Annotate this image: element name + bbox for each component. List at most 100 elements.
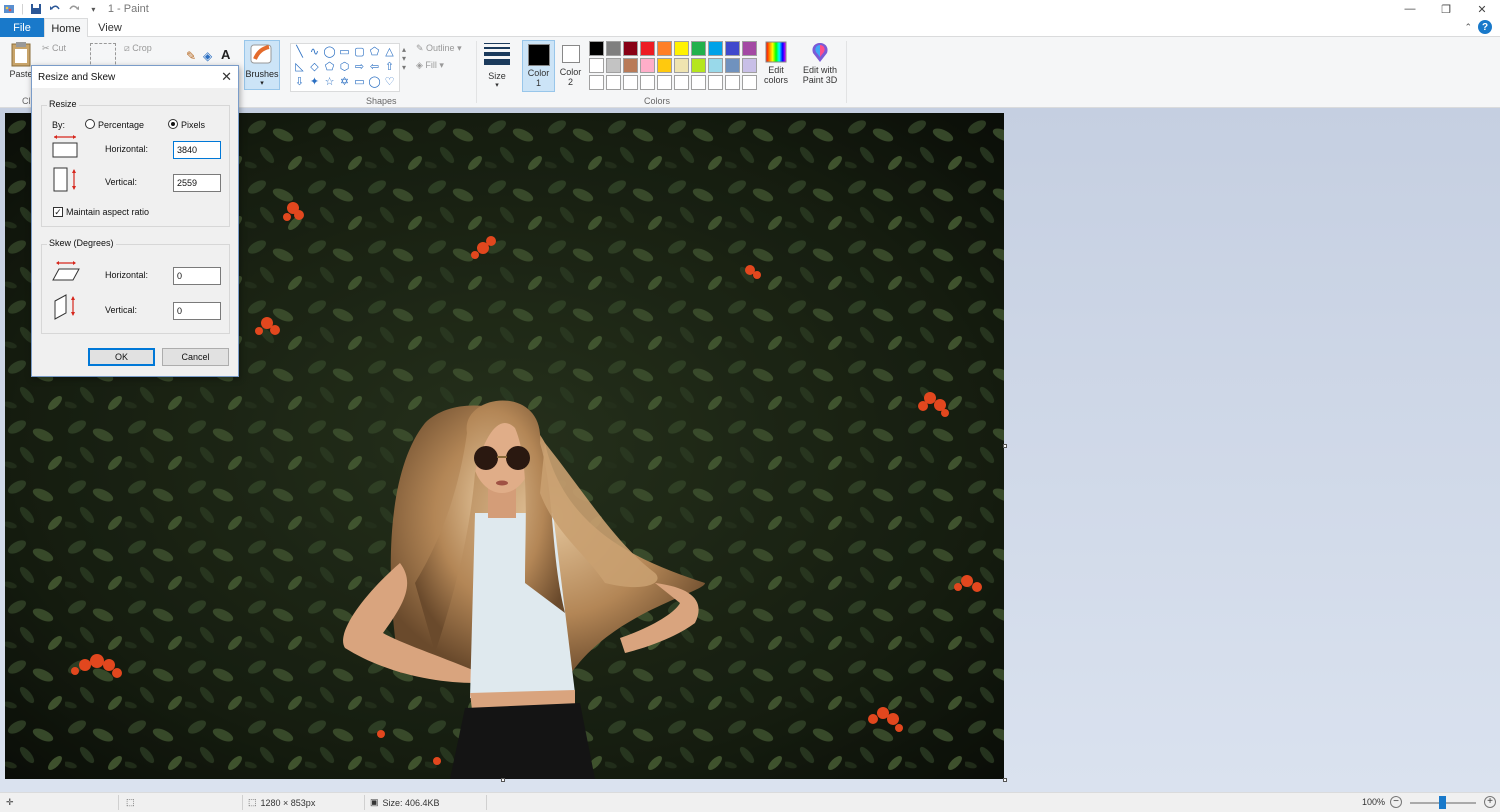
callout-rect-shape-icon[interactable]: ▭ — [352, 75, 367, 90]
palette-swatch[interactable] — [691, 75, 706, 90]
resize-handle-bottom[interactable] — [501, 778, 505, 782]
palette-swatch[interactable] — [606, 41, 621, 56]
palette-swatch[interactable] — [606, 75, 621, 90]
palette-swatch[interactable] — [691, 41, 706, 56]
palette-swatch[interactable] — [725, 41, 740, 56]
outline-button[interactable]: ✎ Outline ▾ — [416, 43, 462, 54]
size-icon[interactable] — [484, 43, 510, 68]
palette-swatch[interactable] — [725, 75, 740, 90]
palette-swatch[interactable] — [725, 58, 740, 73]
zoom-slider-thumb[interactable] — [1439, 796, 1446, 809]
color2-button[interactable]: Color 2 — [557, 40, 584, 92]
palette-swatch[interactable] — [606, 58, 621, 73]
tab-view[interactable]: View — [90, 18, 130, 37]
tab-home[interactable]: Home — [44, 18, 88, 38]
six-point-star-shape-icon[interactable]: ✡ — [337, 75, 352, 90]
palette-swatch[interactable] — [657, 75, 672, 90]
callout-oval-shape-icon[interactable]: ◯ — [367, 75, 382, 90]
color1-button[interactable]: Color 1 — [522, 40, 555, 92]
resize-vertical-input[interactable] — [173, 174, 221, 192]
palette-swatch[interactable] — [623, 41, 638, 56]
down-arrow-shape-icon[interactable]: ⇩ — [292, 75, 307, 90]
palette-swatch[interactable] — [589, 41, 604, 56]
fill-bucket-icon[interactable]: ◈ — [203, 49, 212, 63]
cut-button[interactable]: ✂ Cut — [42, 43, 66, 54]
palette-swatch[interactable] — [742, 75, 757, 90]
hexagon-shape-icon[interactable]: ⬡ — [337, 60, 352, 75]
brushes-button[interactable]: Brushes ▾ — [244, 40, 280, 90]
pixels-radio[interactable] — [168, 119, 178, 129]
edit-colors-button[interactable]: Edit colors — [760, 41, 792, 85]
vertical-resize-icon — [53, 167, 76, 192]
edit-with-paint3d-button[interactable]: Edit with Paint 3D — [800, 41, 840, 85]
size-button[interactable]: Size ▾ — [484, 71, 510, 91]
save-icon[interactable] — [30, 3, 43, 16]
palette-swatch[interactable] — [674, 58, 689, 73]
curve-shape-icon[interactable]: ∿ — [307, 45, 322, 60]
palette-swatch[interactable] — [623, 75, 638, 90]
resize-handle-corner[interactable] — [1003, 778, 1007, 782]
up-arrow-shape-icon[interactable]: ⇧ — [382, 60, 397, 75]
collapse-ribbon-icon[interactable]: ⌃ — [1464, 22, 1472, 33]
line-shape-icon[interactable]: ╲ — [292, 45, 307, 60]
palette-swatch[interactable] — [640, 75, 655, 90]
text-tool-icon[interactable]: A — [221, 47, 230, 62]
diamond-shape-icon[interactable]: ◇ — [307, 60, 322, 75]
skew-horizontal-input[interactable] — [173, 267, 221, 285]
percentage-radio[interactable] — [85, 119, 95, 129]
palette-swatch[interactable] — [589, 58, 604, 73]
redo-icon[interactable] — [68, 3, 81, 16]
rectangle-shape-icon[interactable]: ▭ — [337, 45, 352, 60]
zoom-in-icon[interactable]: + — [1484, 796, 1496, 808]
palette-swatch[interactable] — [589, 75, 604, 90]
clipboard-icon — [11, 42, 31, 67]
left-arrow-shape-icon[interactable]: ⇦ — [367, 60, 382, 75]
resize-handle-right[interactable] — [1003, 444, 1007, 448]
palette-swatch[interactable] — [657, 41, 672, 56]
four-point-star-shape-icon[interactable]: ✦ — [307, 75, 322, 90]
pencil-icon[interactable]: ✎ — [186, 49, 196, 63]
palette-swatch[interactable] — [674, 75, 689, 90]
skew-vertical-input[interactable] — [173, 302, 221, 320]
help-icon[interactable]: ? — [1478, 20, 1492, 34]
palette-swatch[interactable] — [657, 58, 672, 73]
status-divider — [486, 795, 487, 810]
paint-app-icon[interactable] — [2, 3, 15, 16]
resize-horizontal-input[interactable] — [173, 141, 221, 159]
palette-swatch[interactable] — [742, 58, 757, 73]
restore-button[interactable]: ❐ — [1428, 0, 1464, 18]
right-triangle-shape-icon[interactable]: ◺ — [292, 60, 307, 75]
palette-swatch[interactable] — [640, 58, 655, 73]
oval-shape-icon[interactable]: ◯ — [322, 45, 337, 60]
customize-qa-icon[interactable]: ▾ — [87, 3, 100, 16]
palette-swatch[interactable] — [623, 58, 638, 73]
dialog-close-icon[interactable]: ✕ — [221, 69, 232, 85]
five-point-star-shape-icon[interactable]: ☆ — [322, 75, 337, 90]
right-arrow-shape-icon[interactable]: ⇨ — [352, 60, 367, 75]
zoom-out-icon[interactable]: − — [1390, 796, 1402, 808]
pentagon-shape-icon[interactable]: ⬠ — [322, 60, 337, 75]
palette-swatch[interactable] — [708, 58, 723, 73]
palette-swatch[interactable] — [640, 41, 655, 56]
rounded-rectangle-shape-icon[interactable]: ▢ — [352, 45, 367, 60]
triangle-shape-icon[interactable]: △ — [382, 45, 397, 60]
close-button[interactable]: ✕ — [1464, 0, 1500, 18]
cancel-button[interactable]: Cancel — [162, 348, 229, 366]
ok-button[interactable]: OK — [88, 348, 155, 366]
polygon-shape-icon[interactable]: ⬠ — [367, 45, 382, 60]
crosshair-icon: ✛ — [6, 797, 14, 807]
maintain-aspect-checkbox[interactable]: ✓ — [53, 207, 63, 217]
palette-swatch[interactable] — [708, 75, 723, 90]
minimize-button[interactable]: — — [1392, 0, 1428, 18]
crop-button[interactable]: ⧄ Crop — [124, 43, 152, 54]
palette-swatch[interactable] — [674, 41, 689, 56]
tab-file[interactable]: File — [0, 18, 44, 37]
undo-icon[interactable] — [49, 3, 62, 16]
brush-icon — [250, 44, 272, 64]
palette-swatch[interactable] — [742, 41, 757, 56]
palette-swatch[interactable] — [708, 41, 723, 56]
fill-button[interactable]: ◈ Fill ▾ — [416, 60, 444, 71]
heart-shape-icon[interactable]: ♡ — [382, 75, 397, 90]
shapes-scroll-icon[interactable]: ▴ ▾ ▾ — [402, 45, 406, 72]
palette-swatch[interactable] — [691, 58, 706, 73]
